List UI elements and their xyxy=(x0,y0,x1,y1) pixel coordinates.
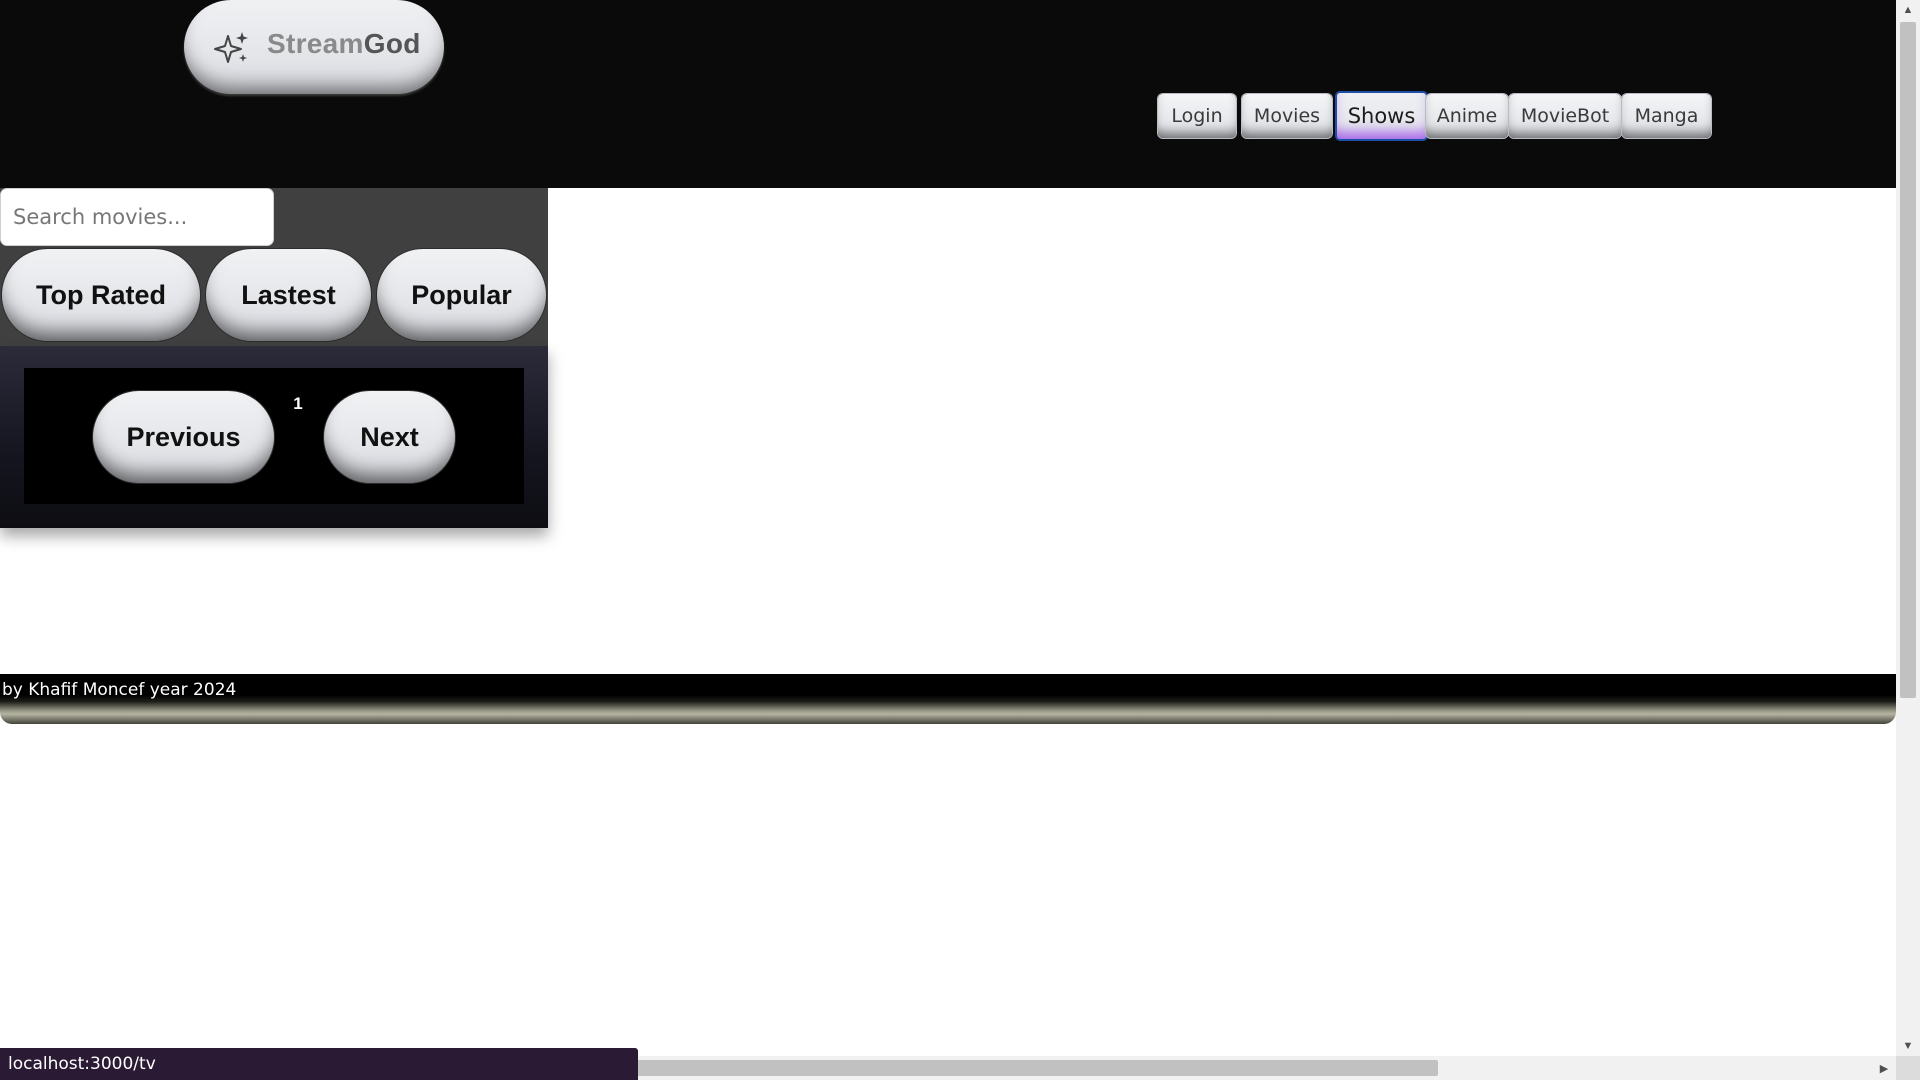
page-footer: by Khafif Moncef year 2024 xyxy=(0,674,1896,724)
top-header: StreamGod Login Movies Shows Anime Movie… xyxy=(0,0,1896,188)
scroll-up-arrow-icon[interactable]: ▲ xyxy=(1896,0,1920,20)
nav-manga-button[interactable]: Manga xyxy=(1622,94,1711,138)
scrollbar-corner xyxy=(1896,1056,1920,1080)
nav-movies-button[interactable]: Movies xyxy=(1242,94,1332,138)
brand-logo-button[interactable]: StreamGod xyxy=(184,0,444,94)
nav-moviebot-button[interactable]: MovieBot xyxy=(1509,94,1621,138)
vertical-scrollbar[interactable]: ▲ ▼ xyxy=(1896,0,1920,1056)
nav-shows-button[interactable]: Shows xyxy=(1335,91,1428,141)
brand-name-part1: Stream xyxy=(267,28,364,59)
previous-page-button[interactable]: Previous xyxy=(92,390,275,484)
brand-name-part2: God xyxy=(363,28,421,59)
nav-login-button[interactable]: Login xyxy=(1158,94,1236,138)
page-viewport: StreamGod Login Movies Shows Anime Movie… xyxy=(0,0,1896,1056)
brand-name: StreamGod xyxy=(267,28,421,60)
scroll-right-arrow-icon[interactable]: ▶ xyxy=(1872,1056,1896,1080)
next-page-button[interactable]: Next xyxy=(323,390,456,484)
sparkles-icon xyxy=(212,28,252,68)
footer-credit: by Khafif Moncef year 2024 xyxy=(2,680,237,700)
nav-anime-button[interactable]: Anime xyxy=(1426,94,1508,138)
latest-button[interactable]: Lastest xyxy=(205,248,372,342)
search-input[interactable] xyxy=(0,188,274,246)
scroll-down-arrow-icon[interactable]: ▼ xyxy=(1896,1036,1920,1056)
current-page-number: 1 xyxy=(293,394,303,413)
top-rated-button[interactable]: Top Rated xyxy=(1,248,201,342)
popular-button[interactable]: Popular xyxy=(376,248,547,342)
vertical-scroll-thumb[interactable] xyxy=(1900,22,1916,698)
link-status-bar: localhost:3000/tv xyxy=(0,1048,638,1080)
